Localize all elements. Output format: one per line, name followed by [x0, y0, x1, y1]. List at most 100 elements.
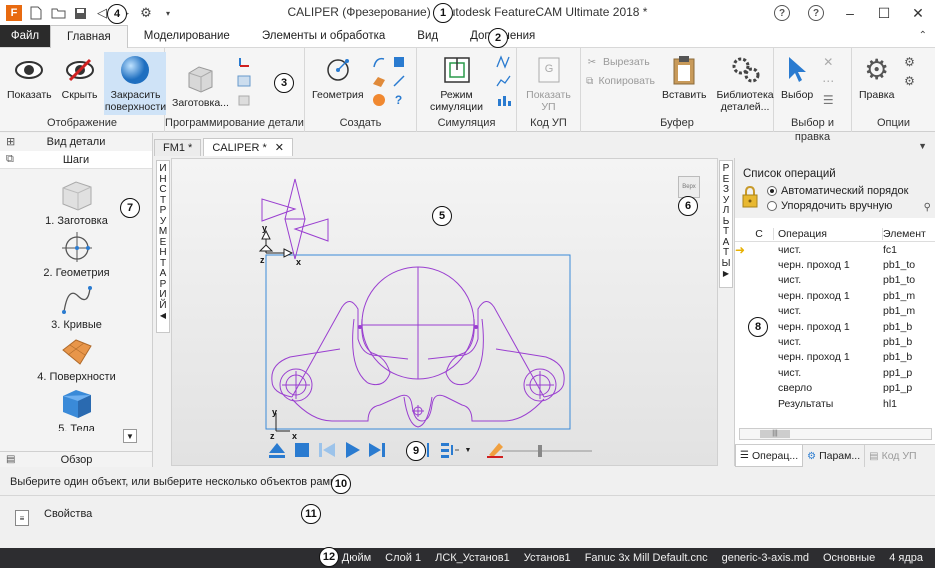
tab-features[interactable]: Элементы и обработка: [246, 25, 401, 47]
list-icon[interactable]: ☰: [820, 92, 836, 108]
gear-small-icon[interactable]: ⚙: [901, 54, 917, 70]
tool-icon[interactable]: ⚲: [924, 202, 931, 213]
close-tab-icon[interactable]: ✕: [275, 141, 284, 154]
part-view-header[interactable]: ⊞ Вид детали: [0, 133, 152, 151]
help-center-icon[interactable]: ?: [765, 0, 799, 26]
col-header-operation[interactable]: Операция: [774, 227, 883, 240]
tab-file[interactable]: Файл: [0, 25, 50, 47]
toolbox-side-tab[interactable]: И Н С Т Р У М Е Н Т А Р И Й ◀: [156, 160, 170, 333]
hide-button[interactable]: Скрыть: [59, 52, 101, 103]
query-icon[interactable]: ?: [391, 92, 407, 108]
properties-label[interactable]: Свойства: [44, 508, 92, 520]
curve-icon[interactable]: [371, 54, 387, 70]
simulation-options-dropdown-icon[interactable]: ▼: [464, 440, 472, 460]
open-folder-icon[interactable]: [50, 5, 66, 21]
fixture-icon[interactable]: [236, 92, 252, 108]
graphics-viewport[interactable]: y x z y x z Верх ▼: [171, 158, 718, 466]
manual-order-radio[interactable]: Упорядочить вручную: [767, 200, 892, 212]
solid-sphere-icon[interactable]: [371, 92, 387, 108]
shade-surfaces-button[interactable]: Закрасить поверхности: [104, 52, 167, 115]
simulation-mode-button[interactable]: Режим симуляции: [421, 52, 492, 115]
setup-icon[interactable]: [236, 73, 252, 89]
doc-tab-caliper[interactable]: CALIPER * ✕: [203, 138, 293, 156]
slider-knob[interactable]: [538, 445, 542, 457]
step-geometry[interactable]: 2. Геометрия: [0, 229, 153, 281]
table-row[interactable]: чист. pb1_to: [735, 273, 935, 288]
status-setup[interactable]: Установ1: [524, 552, 571, 564]
help-icon[interactable]: ?: [799, 0, 833, 26]
col-header-element[interactable]: Элемент: [883, 228, 935, 240]
auto-order-radio[interactable]: Автоматический порядок: [767, 185, 908, 197]
rewind-icon[interactable]: [317, 440, 337, 460]
settings-gear-icon[interactable]: ⚙: [138, 5, 154, 21]
stock-button[interactable]: Заготовка...: [169, 52, 232, 111]
table-row[interactable]: чист. pb1_m: [735, 304, 935, 319]
show-button[interactable]: Показать: [4, 52, 55, 103]
table-row[interactable]: черн. проход 1 pb1_to: [735, 257, 935, 272]
steps-header[interactable]: ⧉ Шаги: [0, 151, 152, 169]
tab-nc-code[interactable]: ▤ Код УП: [865, 445, 920, 467]
step-surfaces[interactable]: 4. Поверхности: [0, 333, 153, 385]
tool-step-icon[interactable]: [439, 440, 459, 460]
table-row[interactable]: черн. проход 1 pb1_b: [735, 350, 935, 365]
simulation-speed-slider[interactable]: [502, 445, 592, 457]
surface-icon[interactable]: [371, 73, 387, 89]
close-button[interactable]: ✕: [901, 0, 935, 26]
show-nc-button[interactable]: G Показать УП: [521, 52, 576, 115]
status-ucs[interactable]: ЛСК_Установ1: [435, 552, 510, 564]
tab-home[interactable]: Главная: [50, 25, 128, 48]
collapse-ribbon-icon[interactable]: ⌃: [919, 30, 927, 41]
table-row[interactable]: ➜ чист. fc1: [735, 242, 935, 257]
geometry-button[interactable]: Геометрия: [309, 52, 367, 103]
status-mode[interactable]: Основные: [823, 552, 875, 564]
lock-icon[interactable]: [741, 186, 759, 208]
step-curves[interactable]: 3. Кривые: [0, 281, 153, 333]
toolpath-icon[interactable]: [496, 54, 512, 70]
delete-x-icon[interactable]: ✕: [820, 54, 836, 70]
tab-modeling[interactable]: Моделирование: [128, 25, 246, 47]
doc-tab-fm1[interactable]: FM1 *: [154, 139, 202, 156]
hand-icon[interactable]: ⋯: [820, 73, 836, 89]
scrollbar-thumb[interactable]: |||: [760, 430, 790, 438]
table-row[interactable]: чист. pp1_p: [735, 365, 935, 380]
paste-button[interactable]: Вставить: [659, 52, 710, 103]
csys-icon[interactable]: [236, 54, 252, 70]
col-header-c[interactable]: С: [745, 227, 774, 240]
minimize-button[interactable]: –: [833, 0, 867, 26]
status-post[interactable]: Fanuc 3x Mill Default.cnc: [585, 552, 708, 564]
viewcube[interactable]: Верх: [678, 176, 700, 198]
part-library-button[interactable]: Библиотека деталей...: [714, 52, 777, 115]
chart-icon[interactable]: [496, 73, 512, 89]
step-forward-icon[interactable]: [367, 440, 387, 460]
tabs-dropdown-icon[interactable]: ▼: [918, 141, 927, 151]
tab-view[interactable]: Вид: [401, 25, 454, 47]
save-icon[interactable]: [72, 5, 88, 21]
maximize-button[interactable]: ☐: [867, 0, 901, 26]
app-logo-icon[interactable]: F: [6, 5, 22, 21]
table-horizontal-scrollbar[interactable]: |||: [739, 428, 932, 440]
status-cores[interactable]: 4 ядра: [889, 552, 923, 564]
tab-parameters[interactable]: ⚙ Парам...: [803, 445, 866, 467]
status-layer[interactable]: Слой 1: [385, 552, 421, 564]
new-file-icon[interactable]: [28, 5, 44, 21]
solid-box-icon[interactable]: [391, 54, 407, 70]
gear-small-2-icon[interactable]: ⚙: [901, 73, 917, 89]
select-button[interactable]: Выбор: [778, 52, 816, 103]
copy-button[interactable]: ⧉ Копировать: [585, 73, 655, 89]
results-side-tab[interactable]: Р Е З У Л Ь Т А Т Ы ▶: [719, 160, 733, 288]
qa-dropdown-icon[interactable]: ▾: [160, 5, 176, 21]
play-icon[interactable]: [342, 440, 362, 460]
status-machine[interactable]: generic-3-axis.md: [722, 552, 809, 564]
point-icon[interactable]: [391, 73, 407, 89]
stop-icon[interactable]: [292, 440, 312, 460]
overview-header[interactable]: ▤ Обзор: [0, 451, 153, 467]
step-solids[interactable]: 5. Тела: [0, 385, 153, 431]
table-row[interactable]: чист. pb1_b: [735, 334, 935, 349]
cut-button[interactable]: ✂ Вырезать: [585, 54, 655, 70]
edit-options-button[interactable]: ⚙ Правка: [856, 52, 897, 103]
eject-icon[interactable]: [267, 440, 287, 460]
bars-icon[interactable]: [496, 92, 512, 108]
steps-scroll-down-button[interactable]: ▼: [123, 429, 137, 443]
table-row[interactable]: сверло pp1_p: [735, 381, 935, 396]
properties-icon[interactable]: ≡: [15, 510, 29, 526]
